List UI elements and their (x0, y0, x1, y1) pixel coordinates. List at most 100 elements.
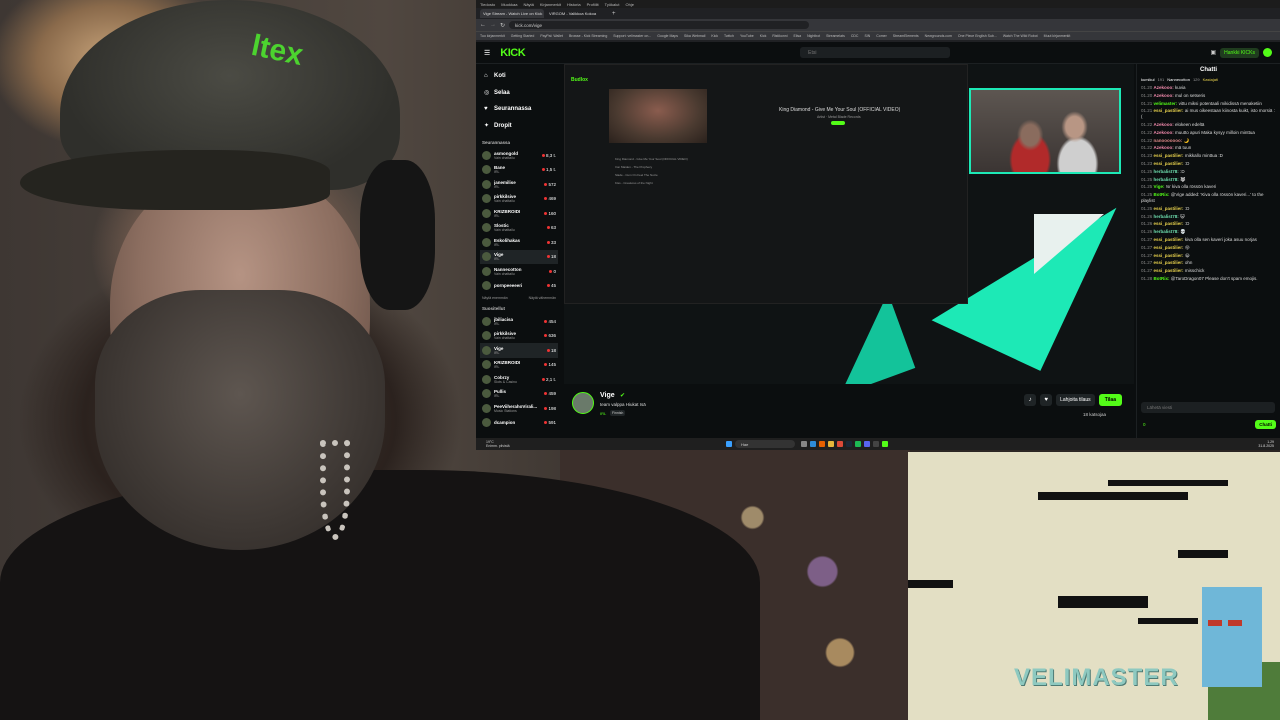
layout-icon[interactable]: ▣ (1210, 49, 1216, 56)
msg-user[interactable]: BotRix: (1154, 276, 1170, 281)
bookmark[interactable]: Ristikonni (772, 34, 787, 38)
channel-row[interactable]: KRIZBROIDI IRL 160 (480, 206, 558, 221)
msg-user[interactable]: Azekooo: (1154, 130, 1174, 135)
obs-icon[interactable] (873, 441, 879, 447)
msg-user[interactable]: essi_pastilier: (1154, 237, 1184, 242)
bookmark[interactable]: SIN (864, 34, 870, 38)
msg-user[interactable]: BotRix: (1154, 192, 1170, 197)
msg-user[interactable]: essi_pastilier: (1154, 206, 1184, 211)
msg-user[interactable]: essi_pastilier: (1154, 253, 1184, 258)
msg-user[interactable]: nanooooooo: (1154, 138, 1183, 143)
msg-user[interactable]: Azekooo: (1154, 122, 1174, 127)
bookmark[interactable]: Twitch (724, 34, 734, 38)
msg-user[interactable]: Vige: (1154, 184, 1165, 189)
channel-row[interactable]: pirkkilsive Vain chattailu 469 (480, 192, 558, 207)
msg-user[interactable]: velimaster: (1154, 101, 1178, 106)
chat-input[interactable]: Lähetä viesti (1141, 402, 1275, 413)
bookmark[interactable]: Elisa (794, 34, 802, 38)
subscribe-button[interactable]: Tilaa (1098, 394, 1122, 406)
msg-user[interactable]: Azekooo: (1154, 93, 1174, 98)
menu-item[interactable]: Profiilit (587, 2, 599, 7)
msg-user[interactable]: essi_pastilier: (1154, 161, 1184, 166)
bookmark[interactable]: Support: velimaster on... (613, 34, 651, 38)
discord-icon[interactable] (864, 441, 870, 447)
chat-send-button[interactable]: Chatti (1255, 420, 1276, 429)
channel-row[interactable]: Nannecotton Vain chattailu 0 (480, 264, 558, 279)
bookmark[interactable]: Browse - Kick Streaming (569, 34, 607, 38)
streamer-name[interactable]: Vige (600, 392, 615, 399)
bookmark[interactable]: One Piece English Sub... (958, 34, 997, 38)
channel-row[interactable]: asmongold Vain chattailu 8,3 t. (480, 148, 558, 163)
msg-user[interactable]: herbalist78: (1154, 177, 1179, 182)
new-tab-icon[interactable]: + (612, 11, 616, 17)
bookmark[interactable]: Tuo kirjanmerkit (480, 34, 505, 38)
channel-row[interactable]: jbiliacisa IRL 454 (480, 314, 558, 329)
channel-row[interactable]: Vige IRL 18 (480, 249, 558, 264)
channel-row[interactable]: pirkkilsive Vain chattailu 636 (480, 329, 558, 344)
url-field[interactable]: kick.com/vige (509, 21, 810, 29)
channel-row[interactable]: Eskolihakas IRL 33 (480, 235, 558, 250)
channel-row[interactable]: PeeViiherahoVirali... Music Stations 198 (480, 401, 558, 416)
weather-widget[interactable]: 19°C Enimm. pilvistä (476, 440, 726, 448)
steam-icon[interactable] (846, 441, 852, 447)
menu-item[interactable]: Työkalut (605, 2, 620, 7)
forward-icon[interactable]: → (490, 22, 496, 28)
menu-item[interactable]: Ohje (626, 2, 634, 7)
channel-row[interactable]: janemilise IRL 572 (480, 177, 558, 192)
browser-tab-active[interactable]: Vige Stream - Watch Live on Kick (480, 9, 544, 18)
bookmark[interactable]: CDC (851, 34, 859, 38)
spotify-icon[interactable] (855, 441, 861, 447)
bookmark[interactable]: Watch The Wild Robot (1003, 34, 1038, 38)
msg-user[interactable]: Azekooo: (1154, 85, 1174, 90)
taskview-icon[interactable] (801, 441, 807, 447)
bookmark[interactable]: Getting Started (511, 34, 535, 38)
app-icon[interactable] (882, 441, 888, 447)
stream-tag[interactable]: Finnish (610, 410, 626, 416)
msg-user[interactable]: herbalist78: (1154, 229, 1179, 234)
chrome-icon[interactable] (837, 441, 843, 447)
msg-user[interactable]: essi_pastilier: (1154, 221, 1184, 226)
browser-tab[interactable]: VIRGOM - Valikkoa Kokoa (546, 9, 610, 18)
windows-start-icon[interactable] (726, 441, 732, 447)
video-player[interactable]: Budlox King Diamond - Give Me Your Soul … (564, 64, 1134, 384)
msg-user[interactable]: essi_pastilier: (1154, 260, 1184, 265)
channel-row[interactable]: Vige IRL 18 (480, 343, 558, 358)
bookmark[interactable]: Muut kirjanmerkit (1044, 34, 1071, 38)
channel-row[interactable]: Cobrzy Slots & Casino 2,1 t. (480, 372, 558, 387)
bookmark[interactable]: Streamelats (826, 34, 845, 38)
channel-row[interactable]: Bane IRL 1,5 t. (480, 163, 558, 178)
show-more-link[interactable]: Näytä enemmän (482, 296, 508, 300)
msg-user[interactable]: herbalist78: (1154, 169, 1179, 174)
reload-icon[interactable]: ↻ (500, 22, 505, 29)
avatar[interactable] (1263, 48, 1272, 57)
get-kicks-button[interactable]: Hankki KICKs (1220, 47, 1259, 58)
bookmark[interactable]: PayPal: Wallet (540, 34, 563, 38)
bookmark[interactable]: Newgrounds.com (925, 34, 952, 38)
search-input[interactable]: Etsi (800, 47, 951, 58)
menu-item[interactable]: Tiedosto (480, 2, 495, 7)
bookmark[interactable]: Kick (760, 34, 767, 38)
msg-user[interactable]: essi_pastilier: (1154, 245, 1184, 250)
channel-row[interactable]: Pullis IRL 459 (480, 387, 558, 402)
taskbar-clock[interactable]: 1.29 31.8.2025 (1258, 440, 1280, 448)
msg-user[interactable]: Azekooo: (1154, 145, 1174, 150)
leader-user[interactable]: Nannecotton (1167, 77, 1190, 83)
bookmark[interactable]: StreamElements (893, 34, 919, 38)
menu-item[interactable]: Muokkaa (501, 2, 517, 7)
hamburger-menu-icon[interactable]: ☰ (484, 49, 490, 57)
bookmark[interactable]: Comer (876, 34, 887, 38)
gift-sub-button[interactable]: Lahjoita tilaus (1056, 394, 1095, 406)
menu-item[interactable]: Historia (567, 2, 581, 7)
bookmark[interactable]: Sika Webmail (684, 34, 705, 38)
streamer-avatar[interactable] (572, 392, 594, 414)
nav-home[interactable]: ⌂ Koti (480, 68, 558, 85)
folder-icon[interactable] (828, 441, 834, 447)
msg-user[interactable]: essi_pastilier: (1154, 268, 1184, 273)
taskbar-search[interactable]: Hae (735, 440, 795, 448)
msg-user[interactable]: essi_pastilier: (1154, 108, 1184, 113)
bookmark[interactable]: Nightbot (807, 34, 820, 38)
kick-logo[interactable]: KICK (500, 47, 525, 59)
nav-following[interactable]: ♥ Seurannassa (480, 101, 558, 118)
bookmark[interactable]: YouTube (740, 34, 754, 38)
show-less-link[interactable]: Näytä vähemmän (529, 296, 556, 300)
